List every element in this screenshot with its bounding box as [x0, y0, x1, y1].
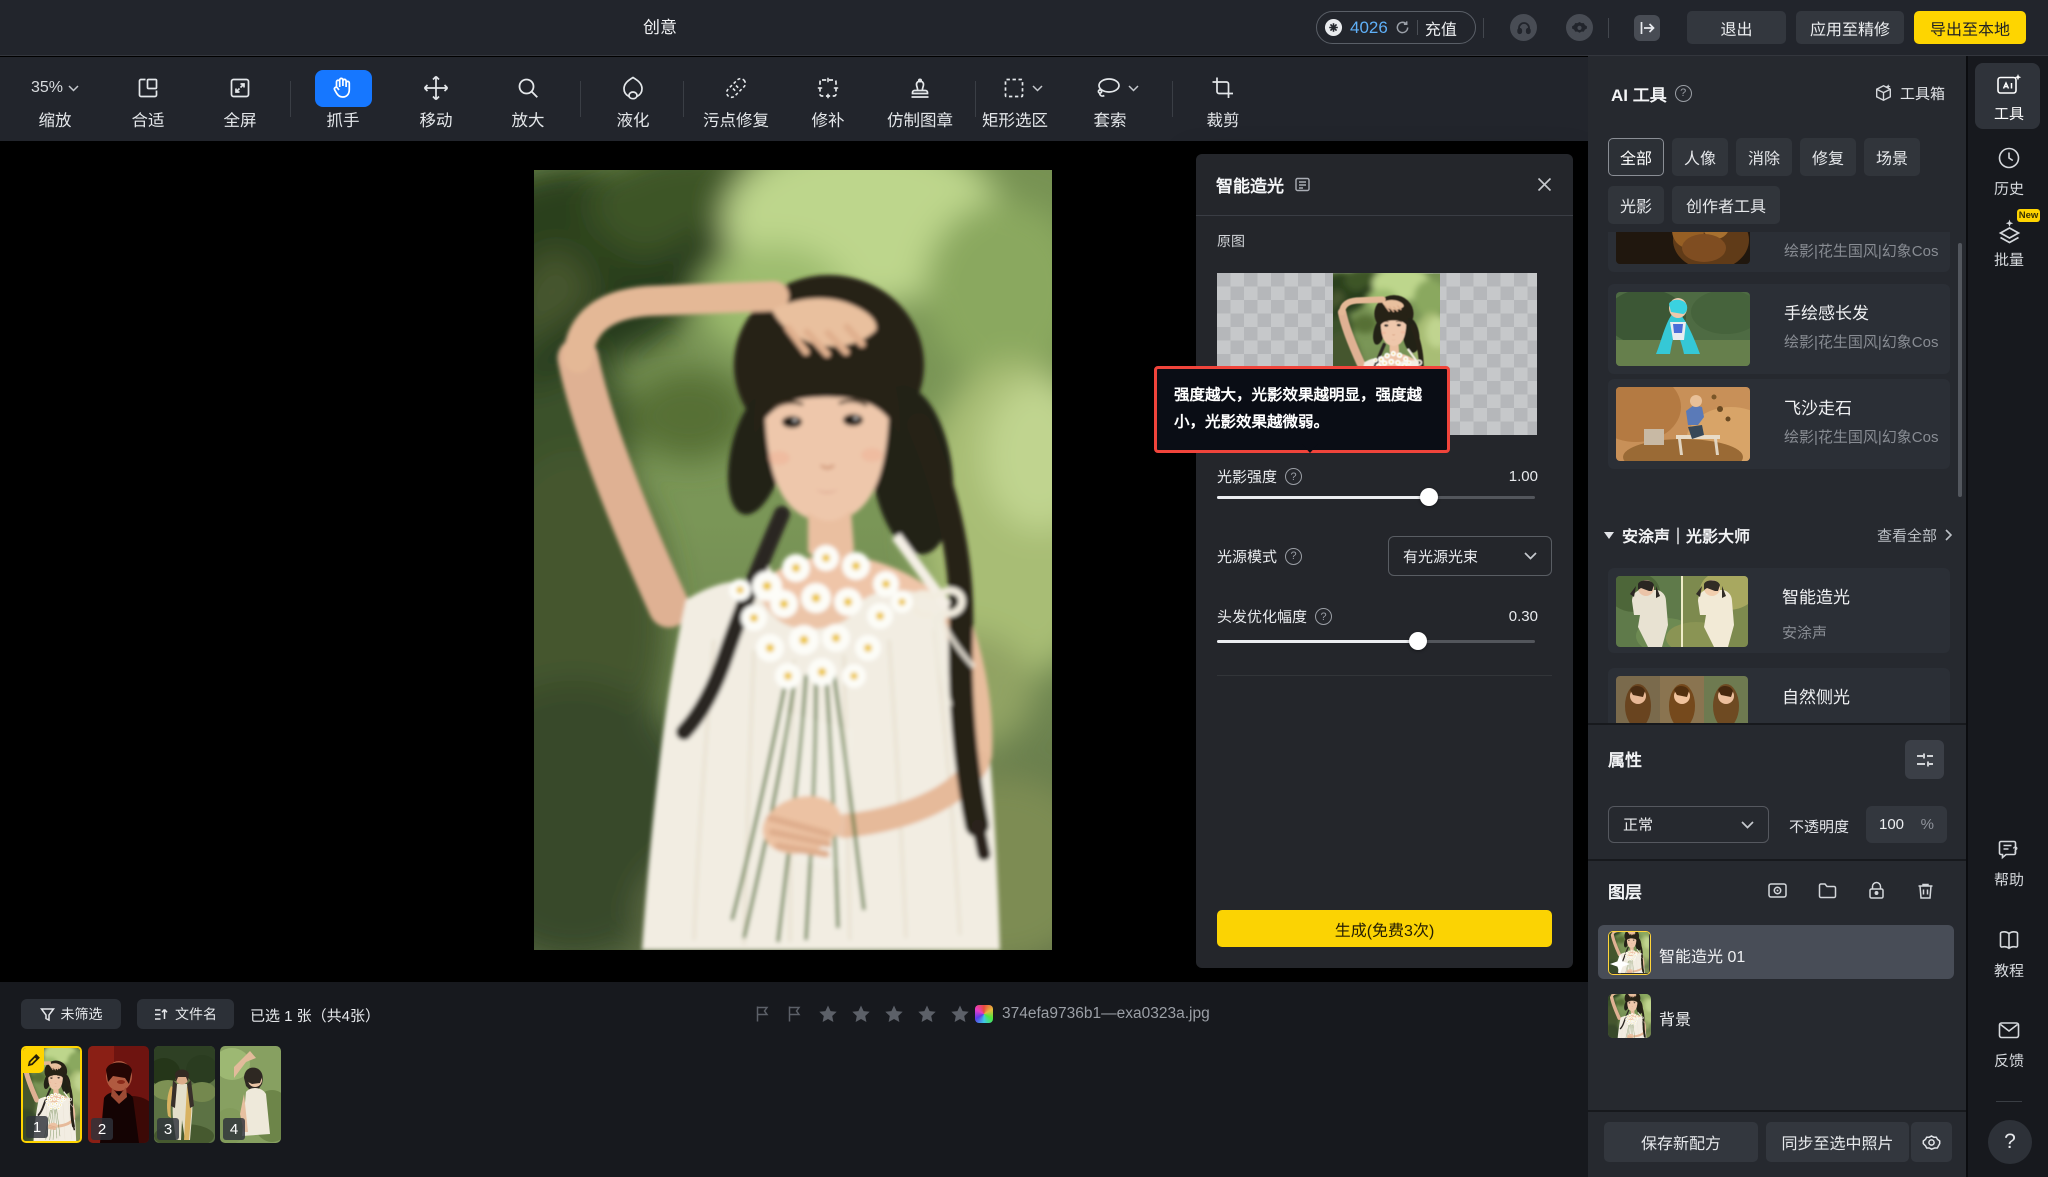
svg-text:?: ? — [2013, 845, 2019, 855]
